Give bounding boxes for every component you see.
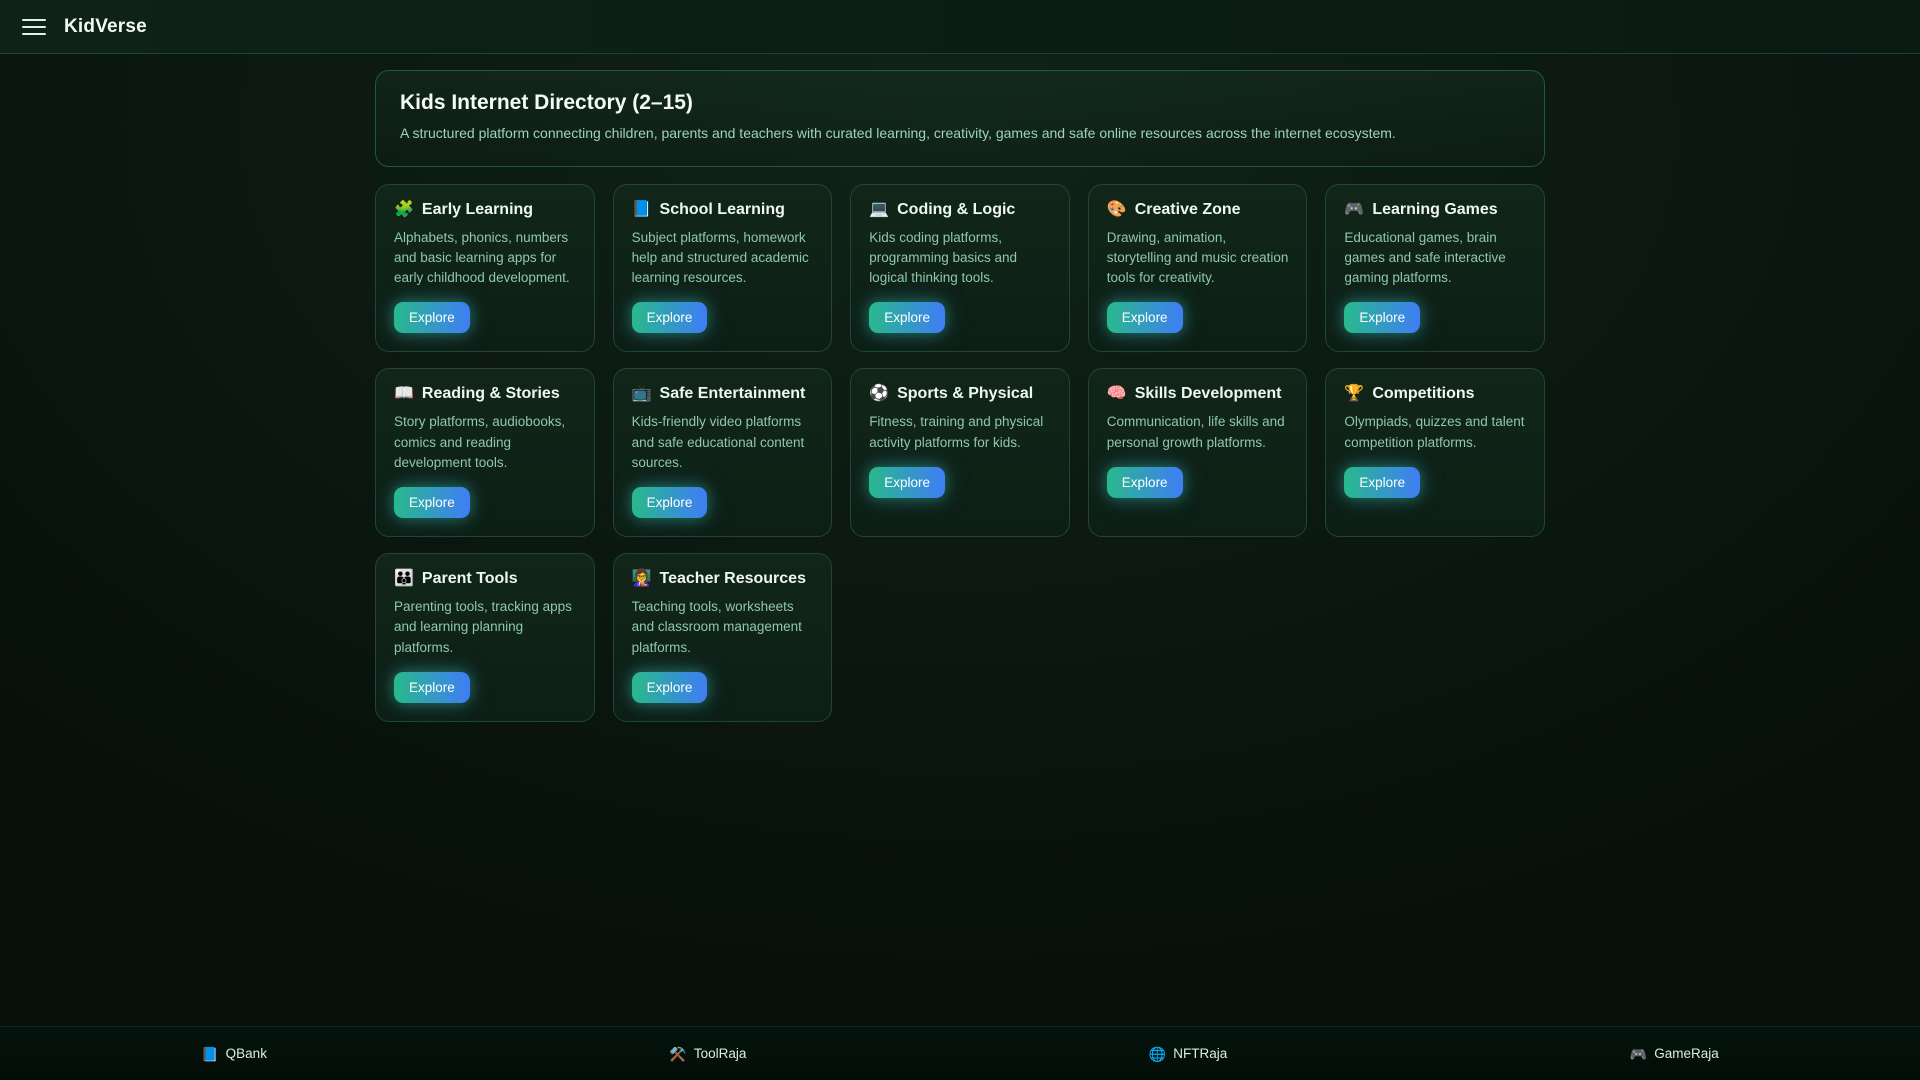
explore-button-teacher-resources[interactable]: Explore <box>631 671 708 703</box>
card-description: Communication, life skills and personal … <box>1106 414 1285 450</box>
explore-button-creative-zone[interactable]: Explore <box>1106 302 1183 334</box>
card-description: Drawing, animation, storytelling and mus… <box>1106 229 1289 286</box>
card-title: 💻 Coding & Logic <box>869 201 1051 219</box>
category-emoji-icon: 📖 <box>394 385 414 403</box>
main-content: Kids Internet Directory (2–15) A structu… <box>0 54 1920 1026</box>
card-title-text: Skills Development <box>1134 385 1282 403</box>
category-card-skills-development: 🧠 Skills Development Communication, life… <box>1087 368 1308 538</box>
card-title-text: School Learning <box>659 200 785 218</box>
footer-link-icon: 📘 <box>201 1045 219 1062</box>
explore-button-safe-entertainment[interactable]: Explore <box>631 487 708 519</box>
footer-link-icon: ⚒️ <box>669 1045 687 1062</box>
footer-link-nftraja[interactable]: 🌐 NFTRaja <box>1149 1046 1227 1061</box>
app-title: KidVerse <box>64 15 147 37</box>
card-title: 📺 Safe Entertainment <box>632 385 814 403</box>
explore-button-reading-stories[interactable]: Explore <box>394 487 470 519</box>
app-footer: 📘 QBank ⚒️ ToolRaja 🌐 NFTRaja 🎮 GameRaja <box>0 1026 1920 1080</box>
category-grid: 🧩 Early Learning Alphabets, phonics, num… <box>375 183 1545 722</box>
card-title-text: Safe Entertainment <box>659 385 806 403</box>
explore-button-learning-games[interactable]: Explore <box>1344 302 1421 334</box>
category-emoji-icon: 🧩 <box>394 200 414 218</box>
category-card-learning-games: 🎮 Learning Games Educational games, brai… <box>1325 183 1545 353</box>
card-description: Parenting tools, tracking apps and learn… <box>394 599 572 655</box>
category-emoji-icon: 📘 <box>631 200 652 218</box>
category-card-parent-tools: 👪 Parent Tools Parenting tools, tracking… <box>375 553 595 722</box>
explore-button-sports-physical[interactable]: Explore <box>869 466 945 498</box>
card-description: Olympiads, quizzes and talent competitio… <box>1344 414 1525 450</box>
card-title-text: Parent Tools <box>421 570 518 588</box>
card-title-text: Competitions <box>1372 385 1475 403</box>
card-title: 👩‍🏫 Teacher Resources <box>632 570 814 588</box>
category-card-safe-entertainment: 📺 Safe Entertainment Kids-friendly video… <box>612 368 833 538</box>
category-card-teacher-resources: 👩‍🏫 Teacher Resources Teaching tools, wo… <box>612 553 833 722</box>
card-description: Fitness, training and physical activity … <box>869 414 1044 450</box>
card-title-text: Sports & Physical <box>897 385 1034 403</box>
category-emoji-icon: 👩‍🏫 <box>631 570 652 588</box>
category-emoji-icon: 👪 <box>394 570 414 588</box>
footer-link-label: NFTRaja <box>1173 1046 1228 1061</box>
card-description: Subject platforms, homework help and str… <box>631 229 809 286</box>
card-description: Kids-friendly video platforms and safe e… <box>631 414 805 470</box>
category-card-early-learning: 🧩 Early Learning Alphabets, phonics, num… <box>375 183 595 353</box>
footer-link-toolraja[interactable]: ⚒️ ToolRaja <box>669 1046 746 1061</box>
card-title: 📖 Reading & Stories <box>394 385 576 403</box>
card-title-text: Coding & Logic <box>897 200 1016 218</box>
card-title: 🏆 Competitions <box>1344 385 1526 403</box>
card-title: 🧠 Skills Development <box>1107 385 1289 403</box>
explore-button-parent-tools[interactable]: Explore <box>394 671 470 703</box>
explore-button-competitions[interactable]: Explore <box>1344 466 1421 498</box>
category-card-sports-physical: ⚽ Sports & Physical Fitness, training an… <box>850 368 1070 538</box>
card-title: 🎮 Learning Games <box>1344 201 1526 219</box>
category-emoji-icon: 🎨 <box>1106 200 1127 218</box>
category-emoji-icon: ⚽ <box>869 385 890 403</box>
category-card-competitions: 🏆 Competitions Olympiads, quizzes and ta… <box>1325 368 1545 538</box>
card-description: Story platforms, audiobooks, comics and … <box>394 414 566 470</box>
explore-button-skills-development[interactable]: Explore <box>1106 466 1183 498</box>
footer-link-label: ToolRaja <box>693 1046 747 1061</box>
hero-banner: Kids Internet Directory (2–15) A structu… <box>375 70 1545 167</box>
card-description: Educational games, brain games and safe … <box>1344 229 1506 286</box>
card-title-text: Creative Zone <box>1134 200 1241 218</box>
category-card-reading-stories: 📖 Reading & Stories Story platforms, aud… <box>375 368 595 538</box>
card-title: ⚽ Sports & Physical <box>869 385 1051 403</box>
footer-link-icon: 🎮 <box>1629 1045 1648 1062</box>
category-emoji-icon: 🧠 <box>1106 385 1127 403</box>
card-description: Kids coding platforms, programming basic… <box>869 229 1018 286</box>
footer-link-gameraja[interactable]: 🎮 GameRaja <box>1630 1046 1719 1061</box>
category-emoji-icon: 💻 <box>869 200 890 218</box>
explore-button-coding-logic[interactable]: Explore <box>869 302 945 334</box>
category-card-creative-zone: 🎨 Creative Zone Drawing, animation, stor… <box>1087 183 1308 353</box>
page-title: Kids Internet Directory (2–15) <box>400 91 693 114</box>
category-emoji-icon: 📺 <box>631 385 652 403</box>
card-title: 🎨 Creative Zone <box>1107 201 1289 219</box>
card-title: 📘 School Learning <box>632 201 814 219</box>
card-title-text: Teacher Resources <box>659 570 806 588</box>
explore-button-early-learning[interactable]: Explore <box>394 302 470 334</box>
hamburger-menu-icon[interactable] <box>22 18 46 35</box>
footer-link-label: GameRaja <box>1654 1046 1719 1061</box>
footer-link-icon: 🌐 <box>1148 1045 1167 1062</box>
explore-button-school-learning[interactable]: Explore <box>631 302 708 334</box>
card-title-text: Early Learning <box>421 200 534 218</box>
card-title-text: Reading & Stories <box>421 385 560 403</box>
app-header: KidVerse <box>0 0 1920 54</box>
category-emoji-icon: 🏆 <box>1344 385 1365 403</box>
card-title: 👪 Parent Tools <box>394 570 576 588</box>
page-subtitle: A structured platform connecting childre… <box>400 125 1396 141</box>
card-title-text: Learning Games <box>1372 200 1498 218</box>
card-description: Alphabets, phonics, numbers and basic le… <box>394 229 570 286</box>
card-description: Teaching tools, worksheets and classroom… <box>631 599 802 655</box>
category-card-school-learning: 📘 School Learning Subject platforms, hom… <box>612 183 833 353</box>
category-card-coding-logic: 💻 Coding & Logic Kids coding platforms, … <box>850 183 1070 353</box>
category-emoji-icon: 🎮 <box>1344 200 1365 218</box>
footer-link-qbank[interactable]: 📘 QBank <box>201 1046 267 1061</box>
footer-link-label: QBank <box>225 1046 267 1061</box>
card-title: 🧩 Early Learning <box>394 201 576 219</box>
